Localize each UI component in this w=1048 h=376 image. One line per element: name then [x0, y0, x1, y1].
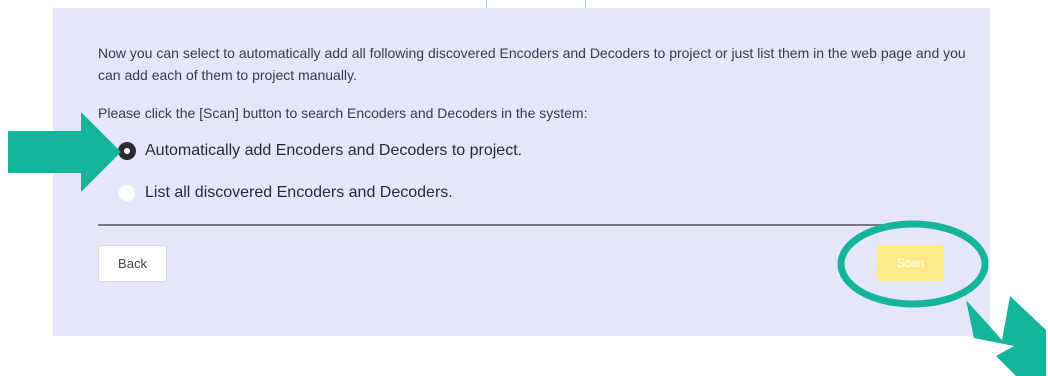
tab-edge [486, 0, 586, 8]
scan-prompt-text: Please click the [Scan] button to search… [98, 105, 588, 121]
intro-text: Now you can select to automatically add … [98, 45, 966, 83]
option-list-all[interactable]: List all discovered Encoders and Decoder… [118, 184, 453, 202]
radio-unchecked-icon[interactable] [118, 184, 136, 202]
scan-settings-panel: Now you can select to automatically add … [53, 8, 990, 336]
scan-button[interactable]: Scan [877, 245, 944, 281]
screenshot-stage: Now you can select to automatically add … [0, 0, 1048, 376]
divider [98, 224, 944, 226]
back-button[interactable]: Back [98, 245, 167, 282]
option-auto-add-label: Automatically add Encoders and Decoders … [145, 142, 523, 159]
option-auto-add[interactable]: Automatically add Encoders and Decoders … [118, 142, 522, 160]
option-list-all-label: List all discovered Encoders and Decoder… [145, 184, 453, 201]
radio-checked-icon[interactable] [118, 142, 136, 160]
